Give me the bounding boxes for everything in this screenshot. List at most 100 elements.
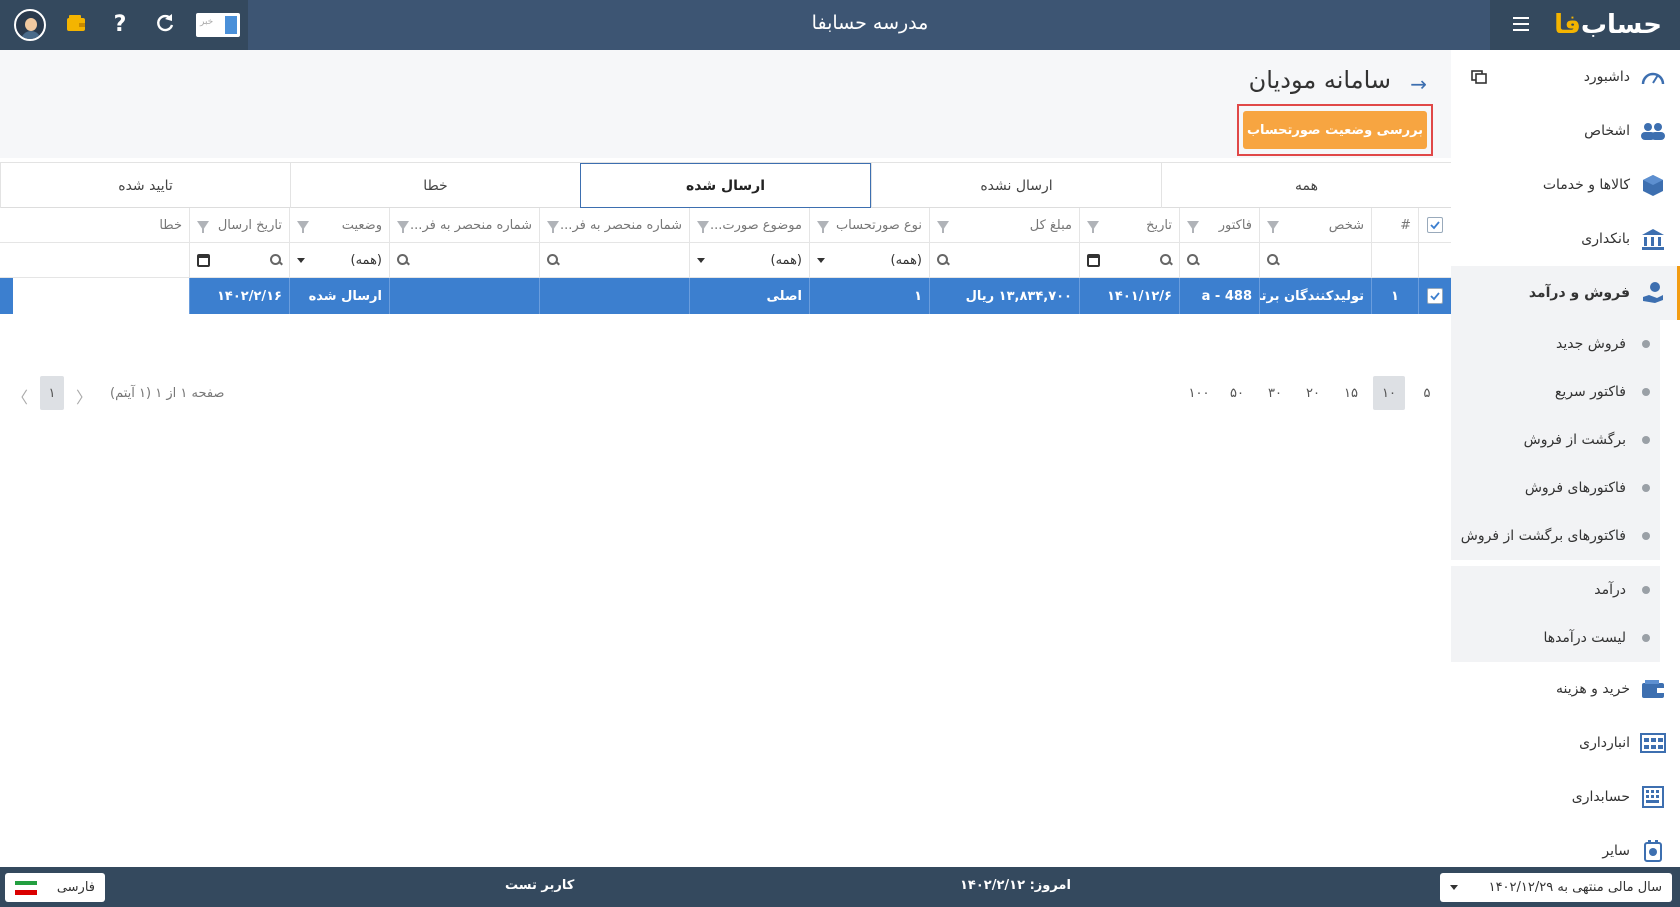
filter-icon[interactable] bbox=[817, 220, 829, 233]
filter-icon[interactable] bbox=[1267, 220, 1279, 233]
page-size-option[interactable]: ۱۰۰ bbox=[1183, 376, 1215, 410]
page-size-option[interactable]: ۵ bbox=[1411, 376, 1443, 410]
page-number-button[interactable]: ۱ bbox=[40, 376, 64, 410]
column-header-index[interactable]: # bbox=[1371, 208, 1418, 242]
page-size-option[interactable]: ۲۰ bbox=[1297, 376, 1329, 410]
sidebar-item-products[interactable]: کالاها و خدمات bbox=[1451, 158, 1680, 212]
logo-main: حساب bbox=[1580, 10, 1662, 40]
current-user: کاربر تست bbox=[505, 878, 575, 893]
tab-all[interactable]: همه bbox=[1161, 163, 1451, 208]
sales-hand-icon bbox=[1640, 280, 1666, 306]
filter-unique-no-2-input[interactable] bbox=[389, 243, 539, 277]
sidebar-item-dashboard[interactable]: داشبورد bbox=[1451, 50, 1680, 104]
row-checkbox[interactable] bbox=[1418, 278, 1451, 314]
search-icon bbox=[937, 254, 949, 266]
table-row[interactable]: ۱ تولیدکنندگان برتر - مه 488 - a ۱۴۰۱/۱۲… bbox=[0, 278, 1451, 314]
filter-total-input[interactable] bbox=[929, 243, 1079, 277]
filter-invoice-type-select[interactable]: (همه) bbox=[809, 243, 929, 277]
chevron-down-icon bbox=[817, 257, 825, 263]
help-icon[interactable]: ? bbox=[108, 13, 132, 37]
sidebar-subitem-return-invoices[interactable]: فاکتورهای برگشت از فروش bbox=[1451, 512, 1660, 560]
search-icon bbox=[270, 254, 282, 266]
sidebar-item-label: خرید و هزینه bbox=[1555, 681, 1630, 697]
sidebar-item-warehouse[interactable]: انبارداری bbox=[1451, 716, 1680, 770]
sidebar-item-accounting[interactable]: حسابداری bbox=[1451, 770, 1680, 824]
column-header-date[interactable]: تاریخ bbox=[1079, 208, 1179, 242]
sidebar-item-people[interactable]: اشخاص bbox=[1451, 104, 1680, 158]
news-button[interactable]: خبر bbox=[196, 13, 240, 37]
column-header-status[interactable]: وضعیت bbox=[289, 208, 389, 242]
column-header-invoice[interactable]: فاکتور bbox=[1179, 208, 1259, 242]
wallet-icon[interactable] bbox=[64, 13, 88, 37]
app-logo[interactable]: فا حساب bbox=[1554, 8, 1662, 42]
filter-unique-no-1-input[interactable] bbox=[539, 243, 689, 277]
cell-invoice: 488 - a bbox=[1179, 278, 1259, 314]
page-size-option[interactable]: ۳۰ bbox=[1259, 376, 1291, 410]
select-all-checkbox[interactable] bbox=[1418, 208, 1451, 242]
status-tabs: همه ارسال نشده ارسال شده خطا تایید شده bbox=[0, 162, 1451, 208]
filter-person-input[interactable] bbox=[1259, 243, 1371, 277]
tab-confirmed[interactable]: تایید شده bbox=[0, 163, 290, 208]
filter-icon[interactable] bbox=[697, 220, 709, 233]
sidebar-subitem-label: برگشت از فروش bbox=[1523, 432, 1626, 448]
menu-icon[interactable] bbox=[1510, 13, 1532, 37]
column-header-unique-no-2[interactable]: شماره منحصر به فر... bbox=[389, 208, 539, 242]
column-header-person[interactable]: شخص bbox=[1259, 208, 1371, 242]
filter-icon[interactable] bbox=[547, 220, 559, 233]
search-icon bbox=[547, 254, 559, 266]
brand-block: فا حساب bbox=[1490, 0, 1680, 50]
filter-invoice-input[interactable] bbox=[1179, 243, 1259, 277]
filter-icon[interactable] bbox=[297, 220, 309, 233]
check-invoice-status-button[interactable]: بررسی وضعیت صورتحساب bbox=[1243, 111, 1427, 149]
refresh-icon[interactable] bbox=[153, 13, 177, 37]
filter-status-select[interactable]: (همه) bbox=[289, 243, 389, 277]
sidebar-item-label: داشبورد bbox=[1583, 69, 1630, 85]
sidebar-subitem-sales-return[interactable]: برگشت از فروش bbox=[1451, 416, 1660, 464]
column-header-send-date[interactable]: تاریخ ارسال bbox=[189, 208, 289, 242]
filter-icon[interactable] bbox=[197, 220, 209, 233]
tab-error[interactable]: خطا bbox=[290, 163, 580, 208]
filter-subject-select[interactable]: (همه) bbox=[689, 243, 809, 277]
avatar[interactable] bbox=[14, 9, 46, 41]
filter-icon[interactable] bbox=[1087, 220, 1099, 233]
calendar-icon[interactable] bbox=[1087, 253, 1100, 267]
tab-not-sent[interactable]: ارسال نشده bbox=[871, 163, 1161, 208]
sidebar-subitem-label: فاکتورهای برگشت از فروش bbox=[1460, 528, 1626, 544]
grid-header-row: # شخص فاکتور تاریخ مبلغ کل نوع صورتحساب … bbox=[0, 208, 1451, 243]
filter-date-input[interactable] bbox=[1079, 243, 1179, 277]
column-header-invoice-type[interactable]: نوع صورتحساب bbox=[809, 208, 929, 242]
bullet-icon bbox=[1642, 436, 1650, 444]
sidebar-subitem-new-sale[interactable]: فروش جدید bbox=[1451, 320, 1660, 368]
sidebar-subitem-sales-invoices[interactable]: فاکتورهای فروش bbox=[1451, 464, 1660, 512]
filter-icon[interactable] bbox=[937, 220, 949, 233]
column-header-unique-no-1[interactable]: شماره منحصر به فر... bbox=[539, 208, 689, 242]
column-header-subject[interactable]: موضوع صورت... bbox=[689, 208, 809, 242]
sidebar-item-banking[interactable]: بانکداری bbox=[1451, 212, 1680, 266]
sidebar-subitem-income-list[interactable]: لیست درآمدها bbox=[1451, 614, 1660, 662]
chevron-down-icon bbox=[697, 257, 705, 263]
highlight-frame: بررسی وضعیت صورتحساب bbox=[1237, 104, 1433, 156]
language-select[interactable]: فارسی bbox=[5, 873, 105, 902]
chevron-left-icon[interactable]: 〈 bbox=[12, 384, 28, 408]
fiscal-year-select[interactable]: سال مالی منتهی به ۱۴۰۲/۱۲/۲۹ bbox=[1440, 873, 1672, 902]
cell-person: تولیدکنندگان برتر - مه bbox=[1259, 278, 1371, 314]
sidebar-subitem-quick-invoice[interactable]: فاکتور سریع bbox=[1451, 368, 1660, 416]
filter-send-date-input[interactable] bbox=[189, 243, 289, 277]
chevron-right-icon[interactable]: 〉 bbox=[76, 384, 92, 408]
filter-icon[interactable] bbox=[397, 220, 409, 233]
calendar-icon[interactable] bbox=[197, 253, 210, 267]
back-arrow-icon[interactable]: → bbox=[1410, 72, 1427, 96]
page-size-option[interactable]: ۱۵ bbox=[1335, 376, 1367, 410]
bullet-icon bbox=[1642, 586, 1650, 594]
column-header-total[interactable]: مبلغ کل bbox=[929, 208, 1079, 242]
column-header-error[interactable]: خطا bbox=[13, 208, 189, 242]
sidebar-item-purchases[interactable]: خرید و هزینه bbox=[1451, 662, 1680, 716]
cell-subject: اصلی bbox=[689, 278, 809, 314]
page-size-selector: ۵ ۱۰ ۱۵ ۲۰ ۳۰ ۵۰ ۱۰۰ bbox=[1177, 376, 1443, 410]
page-size-option[interactable]: ۵۰ bbox=[1221, 376, 1253, 410]
filter-icon[interactable] bbox=[1187, 220, 1199, 233]
sidebar-subitem-income[interactable]: درآمد bbox=[1451, 566, 1660, 614]
sidebar-item-sales[interactable]: فروش و درآمد bbox=[1451, 266, 1680, 320]
page-size-option-selected[interactable]: ۱۰ bbox=[1373, 376, 1405, 410]
tab-sent[interactable]: ارسال شده bbox=[580, 163, 871, 208]
